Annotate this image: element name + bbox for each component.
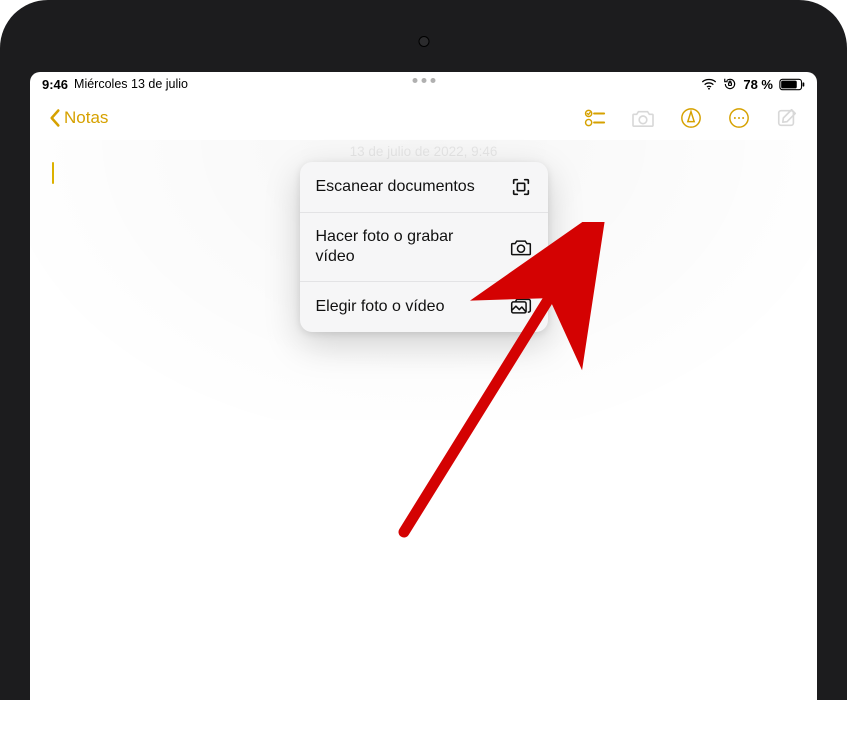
- multitask-dots[interactable]: [412, 78, 435, 83]
- text-cursor: [52, 162, 54, 184]
- menu-label: Escanear documentos: [316, 177, 475, 197]
- chevron-left-icon: [48, 108, 62, 128]
- front-camera: [418, 36, 429, 47]
- scan-icon: [510, 176, 532, 198]
- ipad-frame: 9:46 Miércoles 13 de julio: [0, 0, 847, 700]
- compose-button[interactable]: [775, 106, 799, 130]
- camera-menu-popover: Escanear documentos Hacer foto o grabar …: [300, 162, 548, 332]
- back-label: Notas: [64, 108, 108, 128]
- back-button[interactable]: Notas: [48, 108, 108, 128]
- menu-label: Elegir foto o vídeo: [316, 297, 445, 317]
- wifi-icon: [701, 78, 717, 90]
- gallery-icon: [510, 296, 532, 318]
- status-left: 9:46 Miércoles 13 de julio: [42, 77, 188, 92]
- camera-icon: [510, 236, 532, 258]
- toolbar: [583, 106, 799, 130]
- note-timestamp: 13 de julio de 2022, 9:46: [350, 144, 498, 159]
- markup-button[interactable]: [679, 106, 703, 130]
- nav-bar: Notas: [30, 96, 817, 140]
- status-bar: 9:46 Miércoles 13 de julio: [30, 72, 817, 96]
- screen: 9:46 Miércoles 13 de julio: [30, 72, 817, 742]
- status-date: Miércoles 13 de julio: [74, 77, 188, 91]
- status-time: 9:46: [42, 77, 68, 92]
- menu-label: Hacer foto o grabar vídeo: [316, 227, 476, 267]
- camera-button[interactable]: [631, 106, 655, 130]
- menu-choose-photo-video[interactable]: Elegir foto o vídeo: [300, 282, 548, 332]
- battery-text: 78 %: [743, 77, 773, 92]
- orientation-lock-icon: [723, 77, 737, 91]
- battery-icon: [779, 78, 805, 91]
- checklist-button[interactable]: [583, 106, 607, 130]
- menu-take-photo-video[interactable]: Hacer foto o grabar vídeo: [300, 213, 548, 282]
- status-right: 78 %: [701, 77, 805, 92]
- more-button[interactable]: [727, 106, 751, 130]
- menu-scan-documents[interactable]: Escanear documentos: [300, 162, 548, 213]
